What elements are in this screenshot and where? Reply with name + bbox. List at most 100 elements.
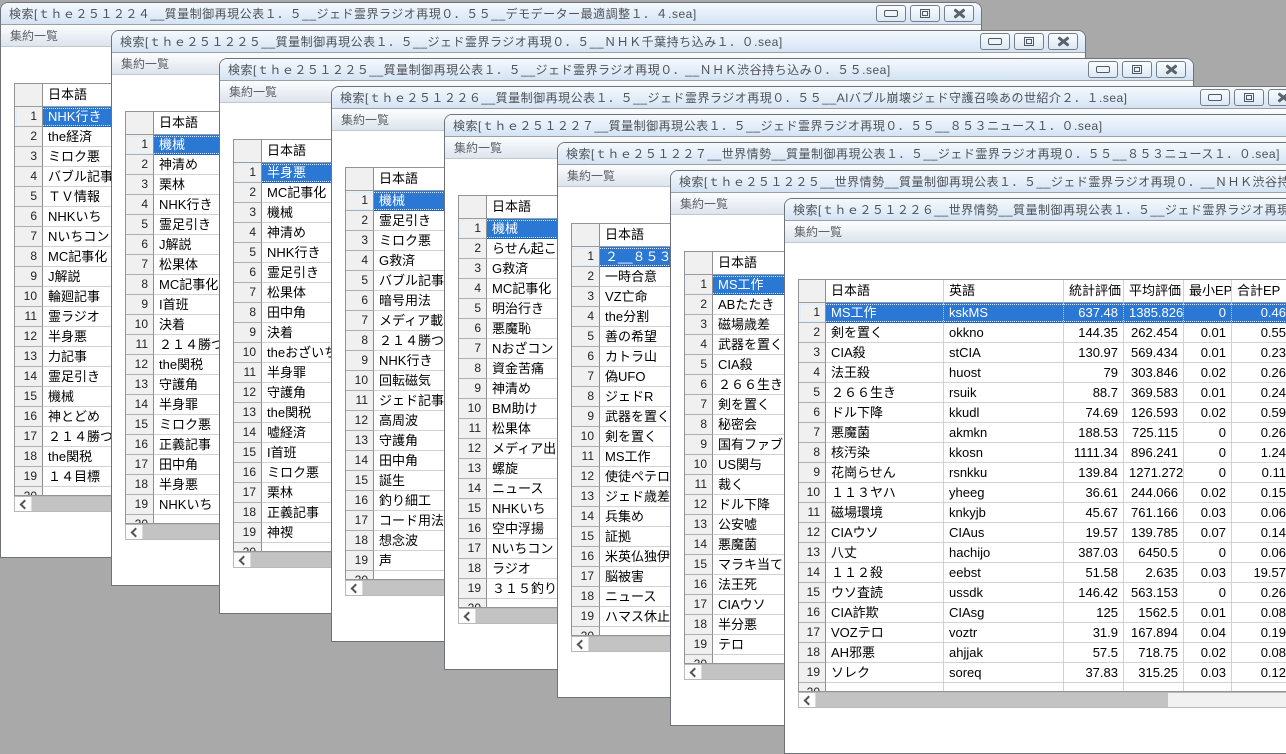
table-row[interactable]: 8核汚染kkosn1111.34896.24101.24 [799, 443, 1286, 463]
table-cell[interactable]: 1385.826 [1124, 303, 1184, 323]
row-number-cell[interactable]: 1 [346, 191, 374, 211]
row-number-cell[interactable]: 16 [15, 407, 43, 427]
table-cell[interactable]: 1111.34 [1064, 443, 1124, 463]
table-cell[interactable]: 2.635 [1124, 563, 1184, 583]
row-number-cell[interactable]: 3 [459, 259, 487, 279]
table-cell[interactable]: knkyjb [944, 503, 1064, 523]
titlebar[interactable]: 検索[ｔｈｅ２５１２２７__質量制御再現公表１．５__ジェド霊界ラジオ再現０．５… [445, 115, 1286, 137]
row-number-cell[interactable]: 1 [15, 107, 43, 127]
table-cell[interactable]: CIAus [944, 523, 1064, 543]
row-number-cell[interactable]: 15 [15, 387, 43, 407]
table-cell[interactable]: ussdk [944, 583, 1064, 603]
row-number-cell[interactable]: 12 [15, 327, 43, 347]
row-number-cell[interactable]: 9 [459, 379, 487, 399]
row-number-cell[interactable]: 8 [346, 331, 374, 351]
row-number-cell[interactable]: 1 [459, 219, 487, 239]
table-cell[interactable]: soreq [944, 663, 1064, 683]
table-cell[interactable]: 0.03 [1184, 503, 1232, 523]
table-row[interactable]: 11磁場環境knkyjb45.67761.1660.030.06 [799, 503, 1286, 523]
scroll-left-button[interactable] [234, 553, 251, 567]
row-number-cell[interactable]: 14 [685, 535, 713, 555]
row-number-cell[interactable]: 3 [685, 315, 713, 335]
row-number-cell[interactable]: 2 [126, 155, 154, 175]
titlebar[interactable]: 検索[ｔｈｅ２５１２２６__質量制御再現公表１．５__ジェド霊界ラジオ再現０．５… [332, 87, 1286, 109]
table-cell[interactable]: kskMS [944, 303, 1064, 323]
table-cell[interactable]: 0.55 [1232, 323, 1286, 343]
row-number-cell[interactable]: 4 [346, 251, 374, 271]
row-number-cell[interactable]: 20 [126, 515, 154, 524]
row-number-cell[interactable]: 12 [572, 467, 600, 487]
row-number-cell[interactable]: 1 [799, 303, 826, 323]
row-number-cell[interactable]: 11 [234, 363, 262, 383]
table-cell[interactable]: 0.02 [1184, 403, 1232, 423]
table-cell[interactable]: 761.166 [1124, 503, 1184, 523]
table-row[interactable]: 5２６６生きrsuik88.7369.5830.010.24 [799, 383, 1286, 403]
row-number-cell[interactable]: 6 [126, 235, 154, 255]
restore-button[interactable] [910, 5, 940, 22]
table-cell[interactable]: ahjjak [944, 643, 1064, 663]
row-number-cell[interactable]: 2 [799, 323, 826, 343]
table-cell[interactable]: 0.23 [1232, 343, 1286, 363]
table-cell[interactable]: 0.15 [1232, 483, 1286, 503]
row-number-cell[interactable]: 11 [572, 447, 600, 467]
table-cell[interactable]: okkno [944, 323, 1064, 343]
table-cell[interactable]: 51.58 [1064, 563, 1124, 583]
table-cell[interactable]: 0.02 [1184, 483, 1232, 503]
row-number-cell[interactable]: 3 [346, 231, 374, 251]
row-number-cell[interactable]: 18 [685, 615, 713, 635]
row-number-cell[interactable]: 4 [15, 167, 43, 187]
table-cell[interactable]: 0.02 [1184, 643, 1232, 663]
row-number-cell[interactable]: 14 [572, 507, 600, 527]
table-cell[interactable]: 188.53 [1064, 423, 1124, 443]
row-number-cell[interactable]: 14 [346, 451, 374, 471]
table-row[interactable]: 19ソレクsoreq37.83315.250.030.12 [799, 663, 1286, 683]
table-cell[interactable]: 125 [1064, 603, 1124, 623]
row-number-cell[interactable]: 15 [126, 415, 154, 435]
table-cell[interactable]: 0.08 [1232, 603, 1286, 623]
restore-button[interactable] [1234, 89, 1264, 106]
row-number-header-cell[interactable] [234, 140, 262, 163]
table-header-cell[interactable]: 最小EP [1184, 280, 1232, 303]
titlebar[interactable]: 検索[ｔｈｅ２５１２２５__質量制御再現公表１．５__ジェド霊界ラジオ再現０．５… [112, 31, 1085, 53]
table-cell[interactable]: １１３ヤハ [826, 483, 944, 503]
table-cell[interactable]: 0.07 [1184, 523, 1232, 543]
row-number-cell[interactable]: 17 [346, 511, 374, 531]
row-number-cell[interactable]: 13 [572, 487, 600, 507]
row-number-cell[interactable]: 7 [685, 395, 713, 415]
row-number-cell[interactable]: 10 [234, 343, 262, 363]
table-header-cell[interactable]: 英語 [944, 280, 1064, 303]
row-number-header-cell[interactable] [799, 280, 826, 303]
table-cell[interactable] [1232, 683, 1286, 692]
row-number-cell[interactable]: 18 [234, 503, 262, 523]
table-cell[interactable]: 79 [1064, 363, 1124, 383]
table-cell[interactable]: 45.67 [1064, 503, 1124, 523]
row-number-cell[interactable]: 16 [799, 603, 826, 623]
row-number-cell[interactable]: 12 [126, 355, 154, 375]
table-cell[interactable]: 0.01 [1184, 343, 1232, 363]
table-cell[interactable]: akmkn [944, 423, 1064, 443]
table-header-cell[interactable]: 合計EP [1232, 280, 1286, 303]
table-cell[interactable]: 57.5 [1064, 643, 1124, 663]
table-row[interactable]: 17VOZテロvoztr31.9167.8940.040.19 [799, 623, 1286, 643]
table-header-cell[interactable]: 日本語 [826, 280, 944, 303]
row-number-header-cell[interactable] [15, 84, 43, 107]
row-number-cell[interactable]: 2 [15, 127, 43, 147]
row-number-cell[interactable]: 9 [234, 323, 262, 343]
row-number-cell[interactable]: 16 [459, 519, 487, 539]
row-number-cell[interactable]: 11 [15, 307, 43, 327]
table-cell[interactable]: 0.24 [1232, 383, 1286, 403]
table-cell[interactable]: 0.26 [1232, 423, 1286, 443]
scroll-left-button[interactable] [126, 525, 143, 539]
horizontal-scrollbar[interactable] [798, 692, 1286, 708]
row-number-cell[interactable]: 9 [572, 407, 600, 427]
table-row[interactable]: 12CIAウソCIAus19.57139.7850.070.14 [799, 523, 1286, 543]
table-cell[interactable]: yheeg [944, 483, 1064, 503]
table-cell[interactable]: 0.06 [1232, 503, 1286, 523]
row-number-cell[interactable]: 11 [685, 475, 713, 495]
table-cell[interactable] [1184, 683, 1232, 692]
row-number-cell[interactable]: 8 [15, 247, 43, 267]
row-number-cell[interactable]: 15 [572, 527, 600, 547]
row-number-cell[interactable]: 17 [234, 483, 262, 503]
row-number-cell[interactable]: 20 [459, 599, 487, 608]
row-number-cell[interactable]: 4 [126, 195, 154, 215]
